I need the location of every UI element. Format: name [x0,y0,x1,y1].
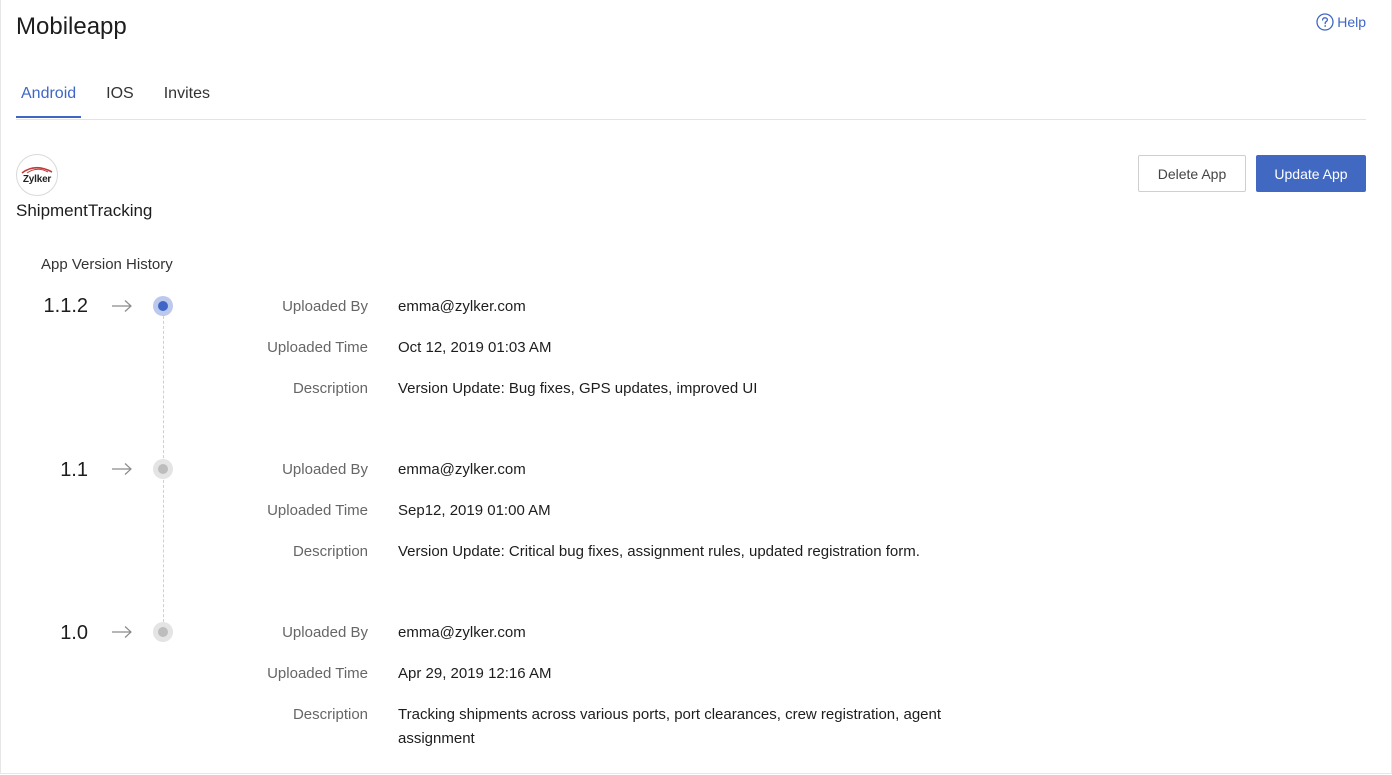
version-history-title: App Version History [41,256,173,273]
description-value: Version Update: Bug fixes, GPS updates, … [398,380,758,397]
description-row: Description Version Update: Bug fixes, G… [0,377,1392,401]
description-value: Tracking shipments across various ports,… [398,706,942,747]
help-link[interactable]: Help [1316,13,1366,31]
description-label: Description [292,543,368,560]
uploaded-by-label: Uploaded By [282,298,368,315]
uploaded-by-label: Uploaded By [282,461,368,478]
uploaded-by-row: Uploaded By emma@zylker.com [0,458,1392,482]
tab-invites[interactable]: Invites [159,78,215,118]
tab-android[interactable]: Android [16,78,82,118]
uploaded-time-label: Uploaded Time [267,339,368,356]
question-circle-icon [1316,13,1334,31]
uploaded-by-value: emma@zylker.com [398,624,526,641]
app-logo-text: Zylker [22,174,52,185]
uploaded-time-row: Uploaded Time Apr 29, 2019 12:16 AM [0,662,1392,686]
delete-app-button[interactable]: Delete App [1138,155,1246,192]
app-name: ShipmentTracking [16,201,153,220]
description-row: Description Tracking shipments across va… [0,703,1392,751]
description-label: Description [292,706,368,723]
uploaded-by-row: Uploaded By emma@zylker.com [0,295,1392,319]
uploaded-time-value: Apr 29, 2019 12:16 AM [398,665,552,682]
platform-tabs: Android IOS Invites [16,78,1366,120]
uploaded-time-label: Uploaded Time [267,502,368,519]
uploaded-by-value: emma@zylker.com [398,461,526,478]
help-label: Help [1337,14,1366,30]
uploaded-time-value: Sep12, 2019 01:00 AM [398,502,551,519]
uploaded-time-row: Uploaded Time Oct 12, 2019 01:03 AM [0,336,1392,360]
description-value: Version Update: Critical bug fixes, assi… [398,543,920,560]
description-row: Description Version Update: Critical bug… [0,540,1392,564]
update-app-button[interactable]: Update App [1256,155,1366,192]
uploaded-time-value: Oct 12, 2019 01:03 AM [398,339,552,356]
uploaded-time-label: Uploaded Time [267,665,368,682]
app-logo: Zylker [16,154,58,196]
page-title: Mobileapp [16,13,127,40]
description-label: Description [292,380,368,397]
uploaded-by-label: Uploaded By [282,624,368,641]
uploaded-by-row: Uploaded By emma@zylker.com [0,621,1392,645]
uploaded-by-value: emma@zylker.com [398,298,526,315]
tab-ios[interactable]: IOS [101,78,139,118]
uploaded-time-row: Uploaded Time Sep12, 2019 01:00 AM [0,499,1392,523]
